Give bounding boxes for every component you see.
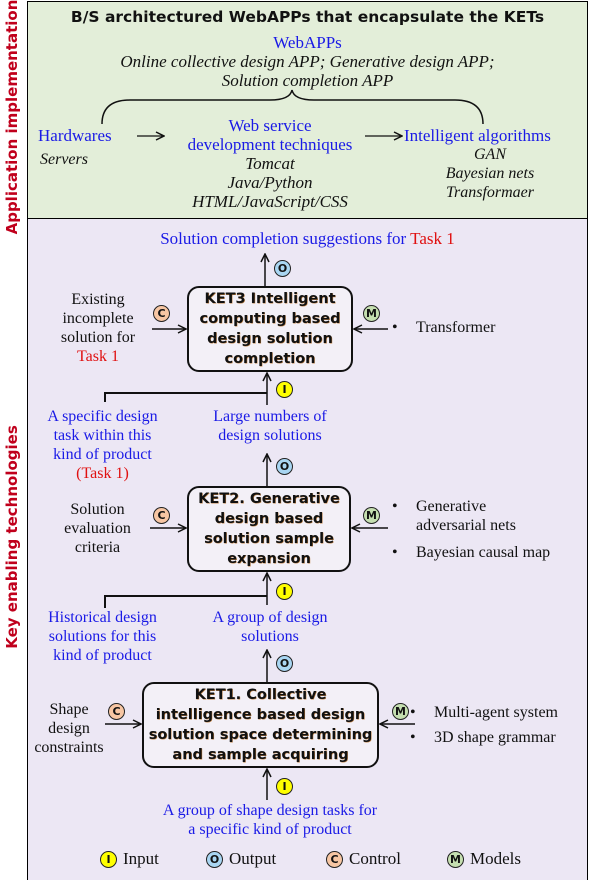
- ket3-output-task: Task 1: [410, 229, 455, 248]
- ket3-input-left-label: A specific design task within this kind …: [30, 407, 175, 483]
- ket2-control-line: criteria: [74, 539, 121, 556]
- ket2-control-line: evaluation: [64, 520, 131, 537]
- curly-brace: [101, 89, 484, 125]
- ket2-control-label: Solution evaluation criteria: [45, 500, 150, 557]
- ket3-input-branch: [104, 392, 267, 402]
- ket1-input-line: a specific kind of product: [188, 821, 352, 838]
- legend-item-input: I Input: [100, 849, 159, 869]
- model-list-item: • Generative adversarial nets: [392, 498, 516, 534]
- ket3-input-left-line: kind of product: [53, 446, 152, 463]
- ket3-input-left-line: A specific design: [47, 408, 158, 425]
- ket3-input-left-line: task within this: [53, 427, 152, 444]
- ket1-title-line: and sample acquiring: [172, 747, 349, 763]
- model-list-item: • Multi-agent system: [410, 704, 558, 721]
- control-badge-icon: C: [153, 507, 170, 524]
- legend-label: Output: [229, 849, 277, 868]
- ket2-input-left-line: solutions for this: [48, 628, 157, 645]
- ket3-input-left-task: (Task 1): [76, 465, 129, 482]
- control-badge-icon: C: [108, 703, 125, 720]
- ket3-control-label: Existing incomplete solution for Task 1: [38, 290, 158, 366]
- ket3-box: KET3 Intelligent computing based design …: [187, 286, 353, 372]
- output-badge-icon: O: [274, 260, 291, 277]
- ket3-title-line: completion: [224, 351, 316, 367]
- ket1-input-line: A group of shape design tasks for: [162, 802, 378, 819]
- ket2-title-line: design based: [214, 511, 324, 527]
- ket1-control-line: constraints: [34, 739, 104, 756]
- model-list-item: • Bayesian causal map: [392, 544, 551, 561]
- output-badge-icon: O: [206, 850, 223, 868]
- ket3-title-line: KET3 Intelligent: [204, 291, 336, 307]
- ket3-input-right-line: Large numbers of: [213, 408, 327, 425]
- ket3-title-line: computing based: [199, 311, 341, 327]
- ket3-control-line: solution for: [60, 329, 136, 346]
- ket2-models-list: • Generative adversarial nets • Bayesian c…: [392, 497, 550, 562]
- ket2-title-line: solution sample: [204, 531, 334, 547]
- ket2-box: KET2. Generative design based solution s…: [187, 486, 351, 572]
- legend-label: Models: [470, 849, 521, 868]
- ket1-title-line: KET1. Collective: [194, 687, 327, 703]
- ket2-control-line: Solution: [70, 501, 125, 518]
- input-badge-icon: I: [276, 381, 293, 398]
- ket3-title-line: design solution: [207, 331, 333, 347]
- ket3-input-right-line: design solutions: [218, 427, 322, 444]
- ket3-output-text: Solution completion suggestions for: [160, 229, 411, 248]
- ket2-input-left-line: Historical design: [48, 609, 157, 626]
- ket3-input-right-label: Large numbers of design solutions: [190, 407, 350, 445]
- ket2-input-branch: [104, 595, 267, 608]
- ket1-models-list: • Multi-agent system • 3D shape grammar: [410, 700, 558, 750]
- legend-label: Control: [349, 849, 401, 868]
- control-badge-icon: C: [326, 850, 343, 868]
- ket2-input-right-line: solutions: [241, 628, 299, 645]
- ket3-control-line: Existing: [71, 291, 125, 308]
- ket3-control-line: incomplete: [62, 310, 134, 327]
- input-badge-icon: I: [276, 778, 293, 795]
- ket1-title-line: solution space determining: [148, 727, 373, 743]
- legend-item-output: O Output: [206, 849, 276, 869]
- model-list-item: • Transformer: [392, 319, 496, 336]
- output-badge-icon: O: [276, 655, 293, 672]
- ket2-title-line: KET2. Generative: [198, 491, 340, 507]
- ket2-input-left-line: kind of product: [53, 647, 152, 664]
- input-badge-icon: I: [100, 850, 117, 868]
- model-badge-icon: M: [363, 507, 380, 524]
- control-badge-icon: C: [153, 305, 170, 322]
- ket2-title-line: expansion: [227, 551, 311, 567]
- legend-item-control: C Control: [326, 849, 401, 869]
- input-badge-icon: I: [276, 583, 293, 600]
- ket2-input-right-label: A group of design solutions: [180, 608, 360, 646]
- ket1-control-line: design: [48, 720, 90, 737]
- model-badge-icon: M: [447, 850, 464, 868]
- ket1-control-line: Shape: [49, 701, 89, 718]
- ket3-output-label: Solution completion suggestions for Task…: [27, 229, 588, 248]
- ket3-control-task: Task 1: [77, 348, 119, 365]
- output-badge-icon: O: [276, 458, 293, 475]
- ket1-title-line: intelligence based design: [155, 707, 366, 723]
- model-badge-icon: M: [363, 305, 380, 322]
- model-badge-icon: M: [392, 703, 409, 720]
- ket1-input-label: A group of shape design tasks for a spec…: [100, 801, 440, 839]
- legend-label: Input: [123, 849, 159, 868]
- ket3-models-list: • Transformer: [392, 316, 495, 340]
- ket1-control-label: Shape design constraints: [27, 700, 111, 757]
- ket1-box: KET1. Collective intelligence based desi…: [142, 682, 379, 768]
- ket2-input-right-line: A group of design: [212, 609, 328, 626]
- ket2-input-left-label: Historical design solutions for this kin…: [30, 608, 175, 665]
- legend-item-models: M Models: [447, 849, 521, 869]
- model-list-item: • 3D shape grammar: [410, 729, 556, 746]
